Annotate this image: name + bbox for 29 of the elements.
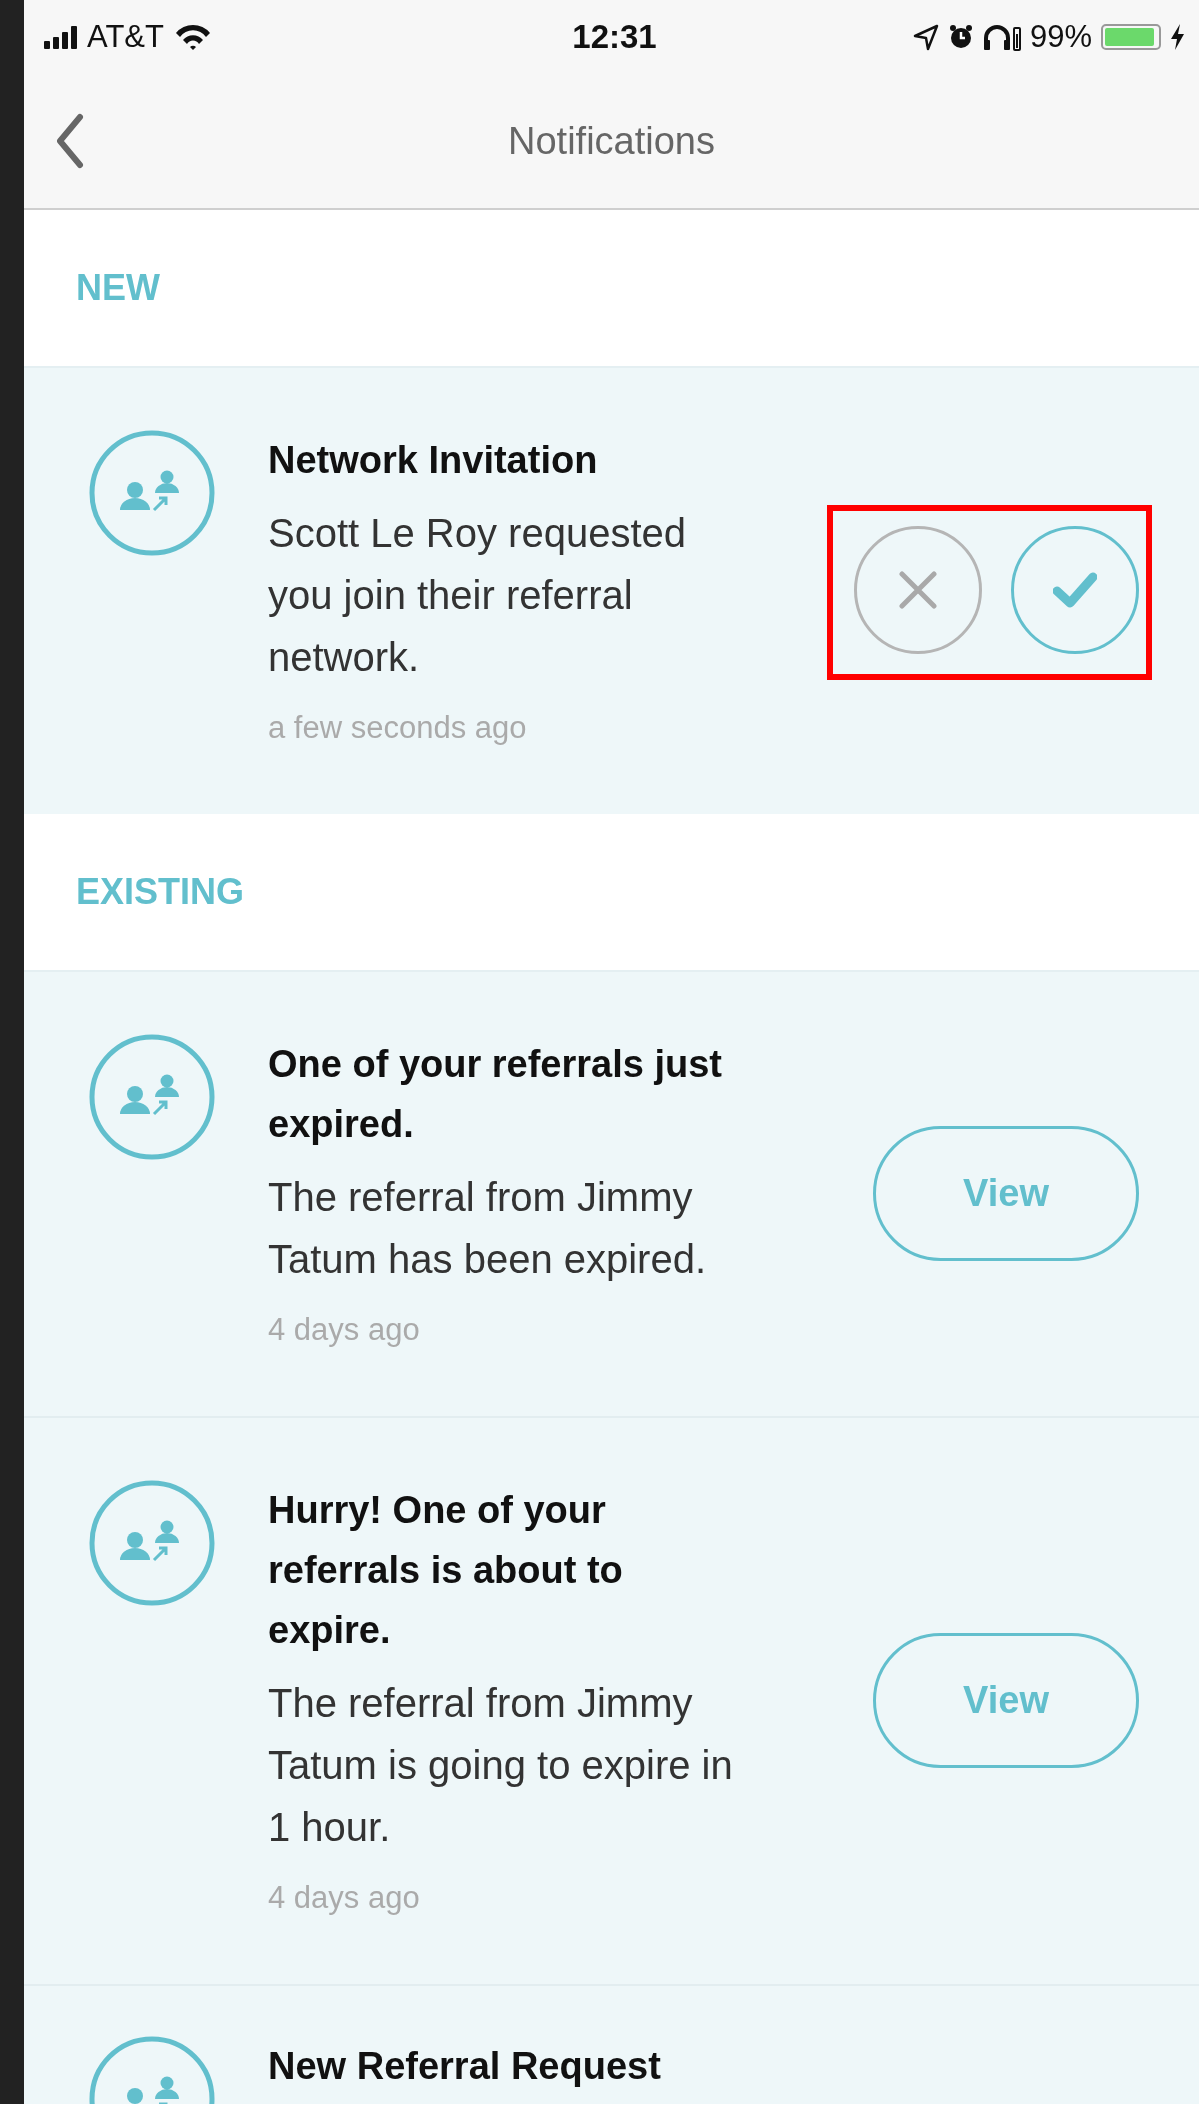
battery-percent: 99%: [1029, 19, 1092, 55]
timestamp: 4 days ago: [268, 1311, 421, 1349]
screen-title: Notifications: [508, 119, 715, 163]
notification-title: New Referral Request: [268, 2044, 662, 2089]
timestamp: 4 days ago: [268, 1879, 421, 1917]
carrier-name: AT&T: [87, 19, 164, 55]
back-chevron-icon: [54, 113, 86, 169]
notification-text: Scott Le Roy requested you join their referral network.: [268, 510, 688, 681]
alarm-icon: [947, 24, 974, 50]
notification-text: The referral from Jimmy Tatum is going to expire in 1 hour.: [268, 1680, 734, 1851]
notification-title: One of your referrals just expired.: [268, 1042, 723, 1147]
battery-icon: [1101, 24, 1161, 50]
notification-title: Network Invitation: [268, 438, 599, 483]
section-heading: EXISTING: [75, 870, 246, 914]
section-heading: NEW: [75, 266, 161, 310]
timestamp: a few seconds ago: [268, 709, 528, 747]
notification-text: The referral from Jimmy Tatum has been expired.: [268, 1174, 708, 1283]
location-icon: [912, 23, 939, 51]
accept-button[interactable]: [1011, 526, 1139, 654]
notification-title: Hurry! One of your referrals is about to expire.: [268, 1488, 624, 1653]
clock-time: 12:31: [572, 18, 657, 56]
back-button[interactable]: [54, 113, 86, 169]
close-icon: [899, 571, 937, 609]
charging-bolt-icon: [1170, 24, 1185, 50]
headphones-icon: [982, 23, 1021, 51]
decline-button[interactable]: [854, 526, 982, 654]
view-button[interactable]: View: [873, 1632, 1139, 1768]
view-button[interactable]: View: [873, 1125, 1139, 1261]
signal-icon: [44, 25, 77, 49]
